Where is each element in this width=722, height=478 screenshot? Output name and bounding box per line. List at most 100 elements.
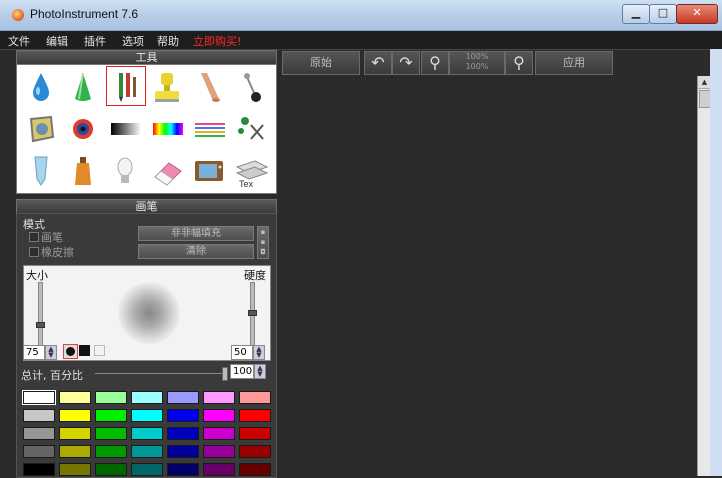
menu-file[interactable]: 文件: [8, 33, 30, 49]
cone-icon[interactable]: [65, 69, 101, 105]
maximize-button[interactable]: □: [649, 4, 677, 24]
undo-icon[interactable]: ↶: [364, 51, 392, 75]
color-swatch[interactable]: [239, 463, 271, 476]
color-swatch[interactable]: [95, 409, 127, 422]
color-swatch[interactable]: [203, 463, 235, 476]
color-swatch[interactable]: [59, 445, 91, 458]
total-percent-label: 总计, 百分比: [21, 369, 83, 382]
hardness-spinner[interactable]: ▲ ▼: [253, 345, 265, 360]
color-swatch[interactable]: [167, 445, 199, 458]
selection-brush-button[interactable]: [94, 345, 105, 356]
brush-mode-label: 画笔: [41, 231, 63, 244]
color-swatch[interactable]: [239, 409, 271, 422]
color-swatch[interactable]: [22, 390, 56, 405]
color-swatch[interactable]: [167, 427, 199, 440]
color-swatch[interactable]: [203, 427, 235, 440]
color-swatch[interactable]: [239, 391, 271, 404]
clear-button[interactable]: 清除: [138, 244, 254, 259]
spectrum-icon[interactable]: [149, 111, 185, 147]
eraser-icon[interactable]: [149, 153, 185, 189]
total-value-input[interactable]: 100: [230, 364, 254, 379]
original-button[interactable]: 原始: [282, 51, 360, 75]
apply-button[interactable]: 应用: [535, 51, 613, 75]
svg-text:Tex: Tex: [239, 179, 254, 189]
close-button[interactable]: ✕: [676, 4, 718, 24]
color-swatch[interactable]: [203, 445, 235, 458]
menu-edit[interactable]: 编辑: [46, 33, 68, 49]
square-brush-button[interactable]: [79, 345, 90, 356]
app-icon: [12, 9, 24, 21]
color-swatch[interactable]: [95, 445, 127, 458]
size-slider[interactable]: [38, 282, 43, 348]
zoom-level: 100% 100%: [449, 51, 505, 75]
minimize-button[interactable]: ▁: [622, 4, 650, 24]
brush-preview-circle: [118, 282, 180, 344]
brush-mode-checkbox[interactable]: [29, 232, 39, 242]
menu-help[interactable]: 帮助: [157, 33, 179, 49]
zoom-out-icon[interactable]: ⚲: [421, 51, 449, 75]
color-swatch[interactable]: [59, 391, 91, 404]
vertical-scrollbar[interactable]: ▲: [697, 76, 711, 476]
total-slider-knob[interactable]: [222, 367, 228, 381]
menu-plugins[interactable]: 插件: [84, 33, 106, 49]
bottle-icon[interactable]: [65, 153, 101, 189]
eye-icon[interactable]: [65, 111, 101, 147]
color-swatch[interactable]: [131, 409, 163, 422]
color-swatch[interactable]: [23, 463, 55, 476]
color-swatch[interactable]: [23, 445, 55, 458]
tube-icon[interactable]: [23, 153, 59, 189]
color-swatch[interactable]: [131, 463, 163, 476]
color-swatch[interactable]: [131, 427, 163, 440]
image-canvas[interactable]: [279, 76, 694, 476]
bulb-icon[interactable]: [107, 153, 143, 189]
hardness-value-input[interactable]: 50: [231, 345, 253, 360]
tools-grid: Tex: [16, 64, 277, 194]
scissors-icon[interactable]: [233, 111, 269, 147]
color-swatch[interactable]: [59, 463, 91, 476]
redo-icon[interactable]: ↷: [392, 51, 420, 75]
total-slider[interactable]: [95, 373, 225, 374]
water-drop-icon[interactable]: [23, 69, 59, 105]
color-swatch[interactable]: [131, 391, 163, 404]
color-swatch[interactable]: [203, 409, 235, 422]
brush-pencil-icon[interactable]: [106, 66, 146, 106]
tv-icon[interactable]: [191, 153, 227, 189]
hardness-slider-knob[interactable]: [248, 310, 257, 316]
color-swatch[interactable]: [131, 445, 163, 458]
color-swatch[interactable]: [167, 391, 199, 404]
color-swatch[interactable]: [239, 427, 271, 440]
color-swatch[interactable]: [203, 391, 235, 404]
eraser-mode-checkbox[interactable]: [29, 247, 39, 257]
color-swatch[interactable]: [59, 427, 91, 440]
zoom-label-top: 100%: [465, 52, 489, 61]
color-swatch[interactable]: [239, 445, 271, 458]
finger-smudge-icon[interactable]: [191, 69, 227, 105]
gradient-bw-icon[interactable]: [107, 111, 143, 147]
total-spinner[interactable]: ▲ ▼: [254, 364, 266, 379]
eraser-mode-label: 橡皮擦: [41, 246, 74, 259]
color-swatch[interactable]: [95, 391, 127, 404]
color-swatch[interactable]: [167, 463, 199, 476]
text-layers-icon[interactable]: Tex: [233, 153, 269, 189]
size-spinner[interactable]: ▲ ▼: [45, 345, 57, 360]
round-brush-button[interactable]: [63, 344, 78, 359]
color-lines-icon[interactable]: [191, 111, 227, 147]
color-swatch[interactable]: [23, 409, 55, 422]
glass-icon[interactable]: [23, 111, 59, 147]
zoom-in-icon[interactable]: ⚲: [505, 51, 533, 75]
menu-options[interactable]: 选项: [122, 33, 144, 49]
size-slider-knob[interactable]: [36, 322, 45, 328]
stamp-icon[interactable]: [149, 69, 185, 105]
color-swatch[interactable]: [23, 427, 55, 440]
brush-panel-header: 画笔: [16, 199, 277, 214]
fill-button[interactable]: 非非幅填充: [138, 226, 254, 241]
side-toggle-button[interactable]: ▪ ▪ ◘: [257, 226, 269, 259]
menu-buy-now[interactable]: 立即购买!: [193, 33, 241, 49]
pin-icon[interactable]: [233, 69, 269, 105]
color-swatch[interactable]: [95, 463, 127, 476]
brush-panel: 模式 画笔 橡皮擦 非非幅填充 清除 ▪ ▪ ◘ 大小 硬度 75 ▲ ▼ 50 ▲ ▼…: [16, 213, 277, 478]
color-swatch[interactable]: [95, 427, 127, 440]
color-swatch[interactable]: [167, 409, 199, 422]
size-value-input[interactable]: 75: [23, 345, 45, 360]
color-swatch[interactable]: [59, 409, 91, 422]
